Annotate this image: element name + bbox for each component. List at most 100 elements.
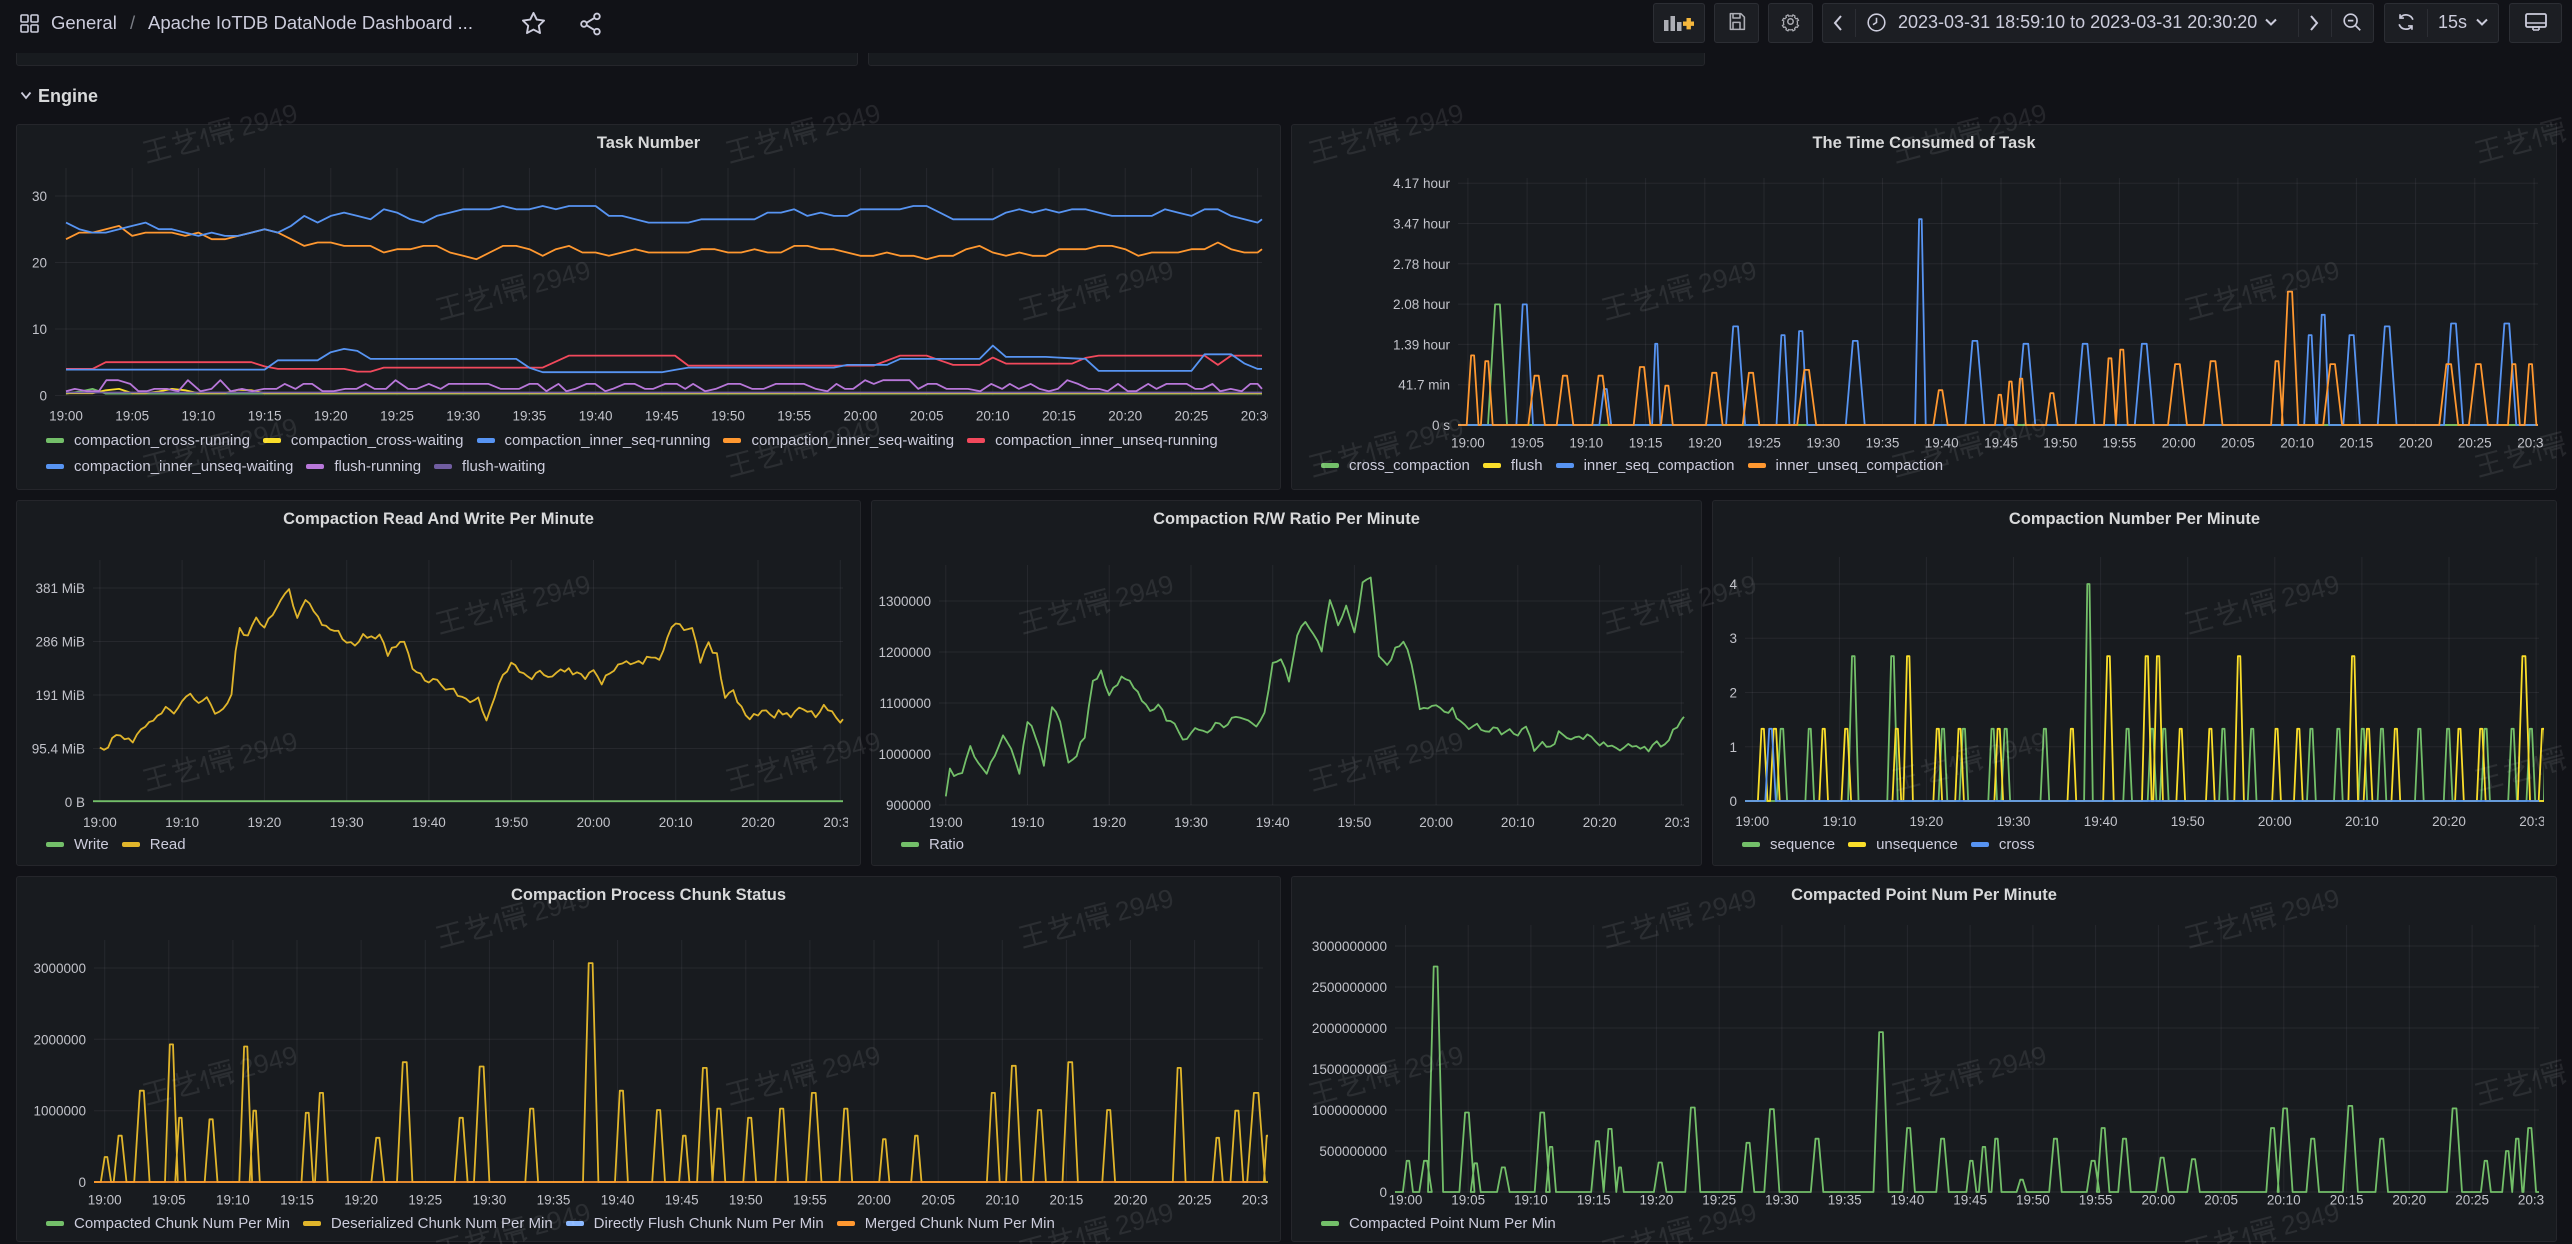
- svg-text:20:20: 20:20: [741, 815, 775, 830]
- svg-text:20:00: 20:00: [844, 409, 878, 424]
- svg-text:20:20: 20:20: [2399, 436, 2433, 451]
- svg-text:20: 20: [32, 256, 47, 271]
- svg-text:20:10: 20:10: [659, 815, 693, 830]
- svg-text:20:15: 20:15: [1050, 1193, 1084, 1208]
- svg-text:19:45: 19:45: [645, 409, 679, 424]
- svg-text:19:05: 19:05: [152, 1193, 186, 1208]
- svg-text:95.4 MiB: 95.4 MiB: [32, 742, 85, 757]
- svg-text:191 MiB: 191 MiB: [35, 688, 85, 703]
- svg-text:19:30: 19:30: [1174, 815, 1208, 830]
- svg-text:19:35: 19:35: [1866, 436, 1900, 451]
- svg-text:19:05: 19:05: [1510, 436, 1544, 451]
- svg-text:0 s: 0 s: [1432, 418, 1450, 433]
- svg-text:4: 4: [1729, 577, 1737, 592]
- svg-text:19:10: 19:10: [1011, 815, 1045, 830]
- svg-text:19:35: 19:35: [537, 1193, 571, 1208]
- svg-text:20:15: 20:15: [2340, 436, 2374, 451]
- svg-text:20:25: 20:25: [1175, 409, 1209, 424]
- svg-text:19:20: 19:20: [344, 1193, 378, 1208]
- svg-text:19:30: 19:30: [1765, 1193, 1799, 1208]
- svg-text:0: 0: [39, 389, 47, 404]
- svg-text:19:10: 19:10: [216, 1193, 250, 1208]
- svg-text:19:00: 19:00: [1451, 436, 1485, 451]
- svg-text:19:45: 19:45: [1953, 1193, 1987, 1208]
- svg-text:20:10: 20:10: [2280, 436, 2314, 451]
- svg-text:20:10: 20:10: [976, 409, 1010, 424]
- svg-text:2: 2: [1729, 686, 1737, 701]
- svg-text:20:00: 20:00: [2258, 814, 2292, 829]
- svg-text:19:35: 19:35: [513, 409, 547, 424]
- svg-text:20:25: 20:25: [2455, 1193, 2489, 1208]
- svg-text:2500000000: 2500000000: [1312, 980, 1387, 995]
- svg-text:3000000: 3000000: [33, 961, 86, 976]
- svg-text:20:25: 20:25: [2458, 436, 2492, 451]
- svg-text:2.78 hour: 2.78 hour: [1393, 257, 1451, 272]
- svg-text:19:55: 19:55: [793, 1193, 827, 1208]
- svg-text:20:05: 20:05: [921, 1193, 955, 1208]
- svg-text:19:30: 19:30: [1806, 436, 1840, 451]
- svg-text:19:35: 19:35: [1828, 1193, 1862, 1208]
- svg-text:19:40: 19:40: [1891, 1193, 1925, 1208]
- svg-text:19:40: 19:40: [1256, 815, 1290, 830]
- svg-text:19:15: 19:15: [248, 409, 282, 424]
- svg-text:2.08 hour: 2.08 hour: [1393, 297, 1451, 312]
- svg-text:20:10: 20:10: [2267, 1193, 2301, 1208]
- svg-text:19:55: 19:55: [2103, 436, 2137, 451]
- svg-text:10: 10: [32, 322, 47, 337]
- svg-text:19:30: 19:30: [446, 409, 480, 424]
- svg-text:20:20: 20:20: [1114, 1193, 1148, 1208]
- svg-text:20:10: 20:10: [2345, 814, 2379, 829]
- svg-text:20:25: 20:25: [1178, 1193, 1212, 1208]
- svg-text:20:15: 20:15: [2330, 1193, 2364, 1208]
- svg-text:19:10: 19:10: [1514, 1193, 1548, 1208]
- svg-text:19:10: 19:10: [1823, 814, 1857, 829]
- svg-text:19:05: 19:05: [115, 409, 149, 424]
- svg-text:19:20: 19:20: [1640, 1193, 1674, 1208]
- svg-text:20:30: 20:30: [2519, 814, 2553, 829]
- svg-text:19:40: 19:40: [579, 409, 613, 424]
- svg-text:1000000000: 1000000000: [1312, 1103, 1387, 1118]
- svg-text:1000000: 1000000: [33, 1104, 86, 1119]
- svg-text:3000000000: 3000000000: [1312, 939, 1387, 954]
- svg-text:20:00: 20:00: [1419, 815, 1453, 830]
- svg-text:19:50: 19:50: [1338, 815, 1372, 830]
- svg-text:19:00: 19:00: [929, 815, 963, 830]
- svg-text:19:50: 19:50: [729, 1193, 763, 1208]
- svg-text:1500000000: 1500000000: [1312, 1062, 1387, 1077]
- svg-text:19:40: 19:40: [601, 1193, 635, 1208]
- svg-text:20:05: 20:05: [910, 409, 944, 424]
- svg-text:20:10: 20:10: [985, 1193, 1019, 1208]
- svg-text:2000000000: 2000000000: [1312, 1021, 1387, 1036]
- svg-text:19:20: 19:20: [1092, 815, 1126, 830]
- svg-text:19:15: 19:15: [1629, 436, 1663, 451]
- svg-text:4.17 hour: 4.17 hour: [1393, 176, 1451, 191]
- svg-text:19:50: 19:50: [2171, 814, 2205, 829]
- svg-text:19:00: 19:00: [83, 815, 117, 830]
- svg-text:19:50: 19:50: [711, 409, 745, 424]
- svg-text:19:00: 19:00: [49, 409, 83, 424]
- svg-text:381 MiB: 381 MiB: [35, 581, 85, 596]
- svg-text:19:15: 19:15: [1577, 1193, 1611, 1208]
- svg-text:19:25: 19:25: [1747, 436, 1781, 451]
- svg-text:20:30: 20:30: [2517, 436, 2551, 451]
- svg-text:0 B: 0 B: [65, 795, 85, 810]
- svg-text:1.39 hour: 1.39 hour: [1393, 337, 1451, 352]
- svg-text:19:15: 19:15: [280, 1193, 314, 1208]
- svg-text:19:50: 19:50: [2043, 436, 2077, 451]
- svg-text:0: 0: [78, 1175, 86, 1190]
- svg-text:1100000: 1100000: [879, 696, 931, 711]
- svg-text:20:30: 20:30: [1241, 409, 1275, 424]
- svg-text:19:40: 19:40: [2084, 814, 2118, 829]
- svg-text:20:30: 20:30: [2518, 1193, 2552, 1208]
- svg-text:3: 3: [1729, 631, 1737, 646]
- svg-text:1300000: 1300000: [878, 594, 931, 609]
- svg-text:0: 0: [1379, 1185, 1387, 1200]
- svg-text:20:05: 20:05: [2221, 436, 2255, 451]
- svg-text:19:00: 19:00: [88, 1193, 122, 1208]
- svg-text:19:55: 19:55: [777, 409, 811, 424]
- svg-text:1000000: 1000000: [878, 747, 931, 762]
- svg-text:19:45: 19:45: [665, 1193, 699, 1208]
- svg-text:19:20: 19:20: [248, 815, 282, 830]
- svg-text:1200000: 1200000: [878, 645, 931, 660]
- svg-text:1: 1: [1729, 740, 1737, 755]
